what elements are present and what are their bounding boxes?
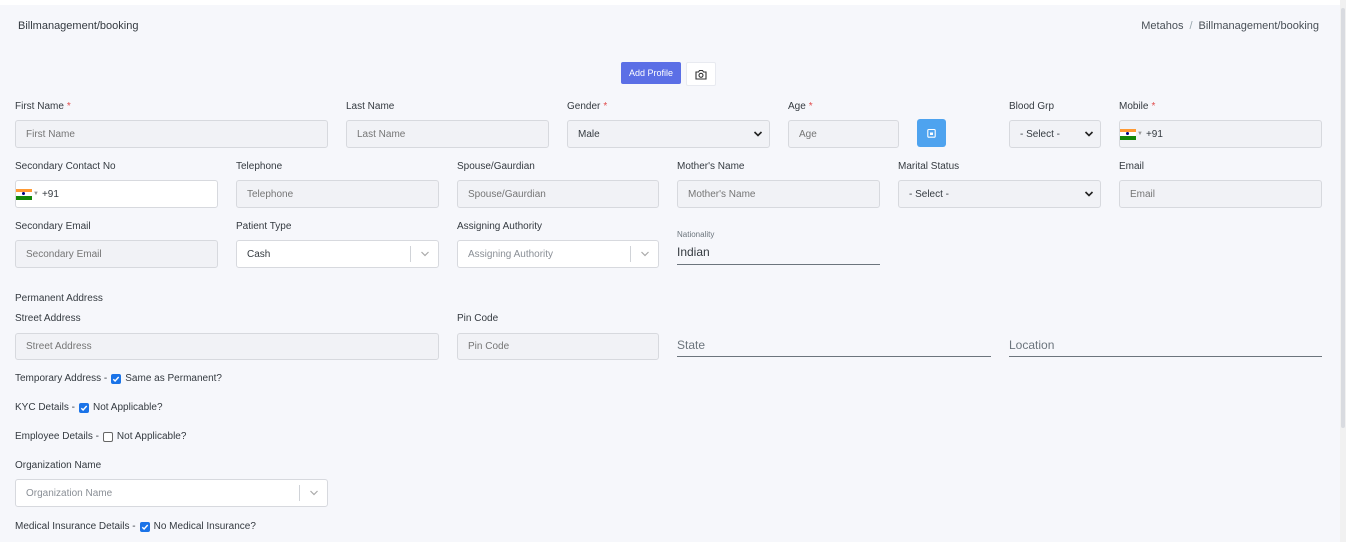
kyc-row: KYC Details - Not Applicable? xyxy=(15,402,163,413)
chevron-down-icon xyxy=(309,490,318,496)
breadcrumb-separator: / xyxy=(1189,20,1193,32)
first-name-input[interactable] xyxy=(15,120,328,148)
organization-label: Organization Name xyxy=(15,460,102,471)
spouse-input[interactable] xyxy=(457,180,659,208)
caret-down-icon: ▼ xyxy=(1137,131,1143,137)
same-as-permanent-checkbox[interactable] xyxy=(111,373,122,384)
nationality-label: Nationality xyxy=(677,230,715,239)
insurance-row: Medical Insurance Details - No Medical I… xyxy=(15,521,256,532)
blood-grp-label: Blood Grp xyxy=(1009,101,1055,112)
country-flag-dropdown[interactable]: ▼ xyxy=(16,188,39,200)
first-name-label: First Name * xyxy=(15,101,71,112)
telephone-input[interactable] xyxy=(236,180,439,208)
mobile-code: +91 xyxy=(1145,128,1163,140)
no-insurance-checkbox[interactable] xyxy=(139,521,150,532)
pin-code-input[interactable] xyxy=(457,333,659,360)
street-address-input[interactable] xyxy=(15,333,439,360)
chevron-down-icon xyxy=(640,251,649,257)
insurance-label: Medical Insurance Details - xyxy=(15,521,136,532)
state-input[interactable]: State xyxy=(677,338,991,357)
chevron-down-icon xyxy=(1084,131,1094,137)
pin-code-label: Pin Code xyxy=(457,313,499,324)
temporary-address-label: Temporary Address - xyxy=(15,373,108,384)
assigning-authority-select[interactable]: Assigning Authority xyxy=(457,240,659,268)
chevron-down-icon xyxy=(753,131,763,137)
india-flag-icon xyxy=(16,188,32,200)
organization-select[interactable]: Organization Name xyxy=(15,479,328,507)
blood-grp-value: - Select - xyxy=(1020,128,1061,140)
employee-not-applicable-label[interactable]: Not Applicable? xyxy=(117,431,187,442)
country-flag-dropdown[interactable]: ▼ xyxy=(1120,128,1143,140)
gender-select[interactable]: Male xyxy=(567,120,770,148)
chevron-down-icon xyxy=(1084,191,1094,197)
chevron-down-icon xyxy=(420,251,429,257)
india-flag-icon xyxy=(1120,128,1136,140)
breadcrumb-root[interactable]: Metahos xyxy=(1141,20,1183,32)
marital-status-value: - Select - xyxy=(909,188,950,200)
last-name-input[interactable] xyxy=(346,120,549,148)
check-icon xyxy=(141,524,148,530)
check-icon xyxy=(80,405,88,411)
gender-label: Gender * xyxy=(567,101,608,112)
patient-type-value: Cash xyxy=(247,248,271,260)
kyc-not-applicable-label[interactable]: Not Applicable? xyxy=(93,402,163,413)
blood-grp-select[interactable]: - Select - xyxy=(1009,120,1101,148)
nationality-input[interactable]: Indian xyxy=(677,245,880,265)
scrollbar-thumb[interactable] xyxy=(1341,8,1345,428)
email-label: Email xyxy=(1119,161,1145,172)
no-insurance-label[interactable]: No Medical Insurance? xyxy=(154,521,256,532)
location-input[interactable]: Location xyxy=(1009,338,1322,357)
spouse-label: Spouse/Gaurdian xyxy=(457,161,535,172)
secondary-email-label: Secondary Email xyxy=(15,221,91,232)
scrollbar[interactable] xyxy=(1340,0,1346,542)
mobile-input[interactable]: ▼ +91 xyxy=(1119,120,1322,148)
organization-placeholder: Organization Name xyxy=(26,487,113,499)
camera-icon xyxy=(695,69,707,80)
breadcrumb: Metahos / Billmanagement/booking xyxy=(1141,20,1319,32)
calendar-button[interactable] xyxy=(917,119,946,147)
secondary-contact-label: Secondary Contact No xyxy=(15,161,116,172)
employee-row: Employee Details - Not Applicable? xyxy=(15,431,186,442)
mother-name-input[interactable] xyxy=(677,180,880,208)
kyc-label: KYC Details - xyxy=(15,402,76,413)
marital-status-select[interactable]: - Select - xyxy=(898,180,1101,208)
page-header xyxy=(0,0,1340,48)
patient-type-label: Patient Type xyxy=(236,221,292,232)
camera-button[interactable] xyxy=(686,62,716,86)
permanent-address-heading: Permanent Address xyxy=(15,293,103,304)
street-address-label: Street Address xyxy=(15,313,81,324)
kyc-not-applicable-checkbox[interactable] xyxy=(79,402,90,413)
caret-down-icon: ▼ xyxy=(33,191,39,197)
calendar-icon xyxy=(927,128,936,138)
assigning-authority-label: Assigning Authority xyxy=(457,221,543,232)
secondary-email-input[interactable] xyxy=(15,240,218,268)
marital-status-label: Marital Status xyxy=(898,161,960,172)
mother-name-label: Mother's Name xyxy=(677,161,745,172)
assigning-authority-placeholder: Assigning Authority xyxy=(468,248,554,260)
employee-label: Employee Details - xyxy=(15,431,99,442)
telephone-label: Telephone xyxy=(236,161,283,172)
add-profile-button[interactable]: Add Profile xyxy=(621,62,681,84)
breadcrumb-current: Billmanagement/booking xyxy=(1198,20,1319,32)
page-title: Billmanagement/booking xyxy=(18,20,139,32)
check-icon xyxy=(113,376,120,382)
age-label: Age * xyxy=(788,101,813,112)
patient-type-select[interactable]: Cash xyxy=(236,240,439,268)
mobile-label: Mobile * xyxy=(1119,101,1156,112)
email-input[interactable] xyxy=(1119,180,1322,208)
last-name-label: Last Name xyxy=(346,101,395,112)
secondary-contact-code: +91 xyxy=(41,188,59,200)
employee-not-applicable-checkbox[interactable] xyxy=(102,431,113,442)
age-input[interactable] xyxy=(788,120,899,148)
same-as-permanent-label[interactable]: Same as Permanent? xyxy=(125,373,222,384)
temporary-address-row: Temporary Address - Same as Permanent? xyxy=(15,373,222,384)
secondary-contact-input[interactable]: ▼ +91 xyxy=(15,180,218,208)
gender-value: Male xyxy=(578,128,600,140)
